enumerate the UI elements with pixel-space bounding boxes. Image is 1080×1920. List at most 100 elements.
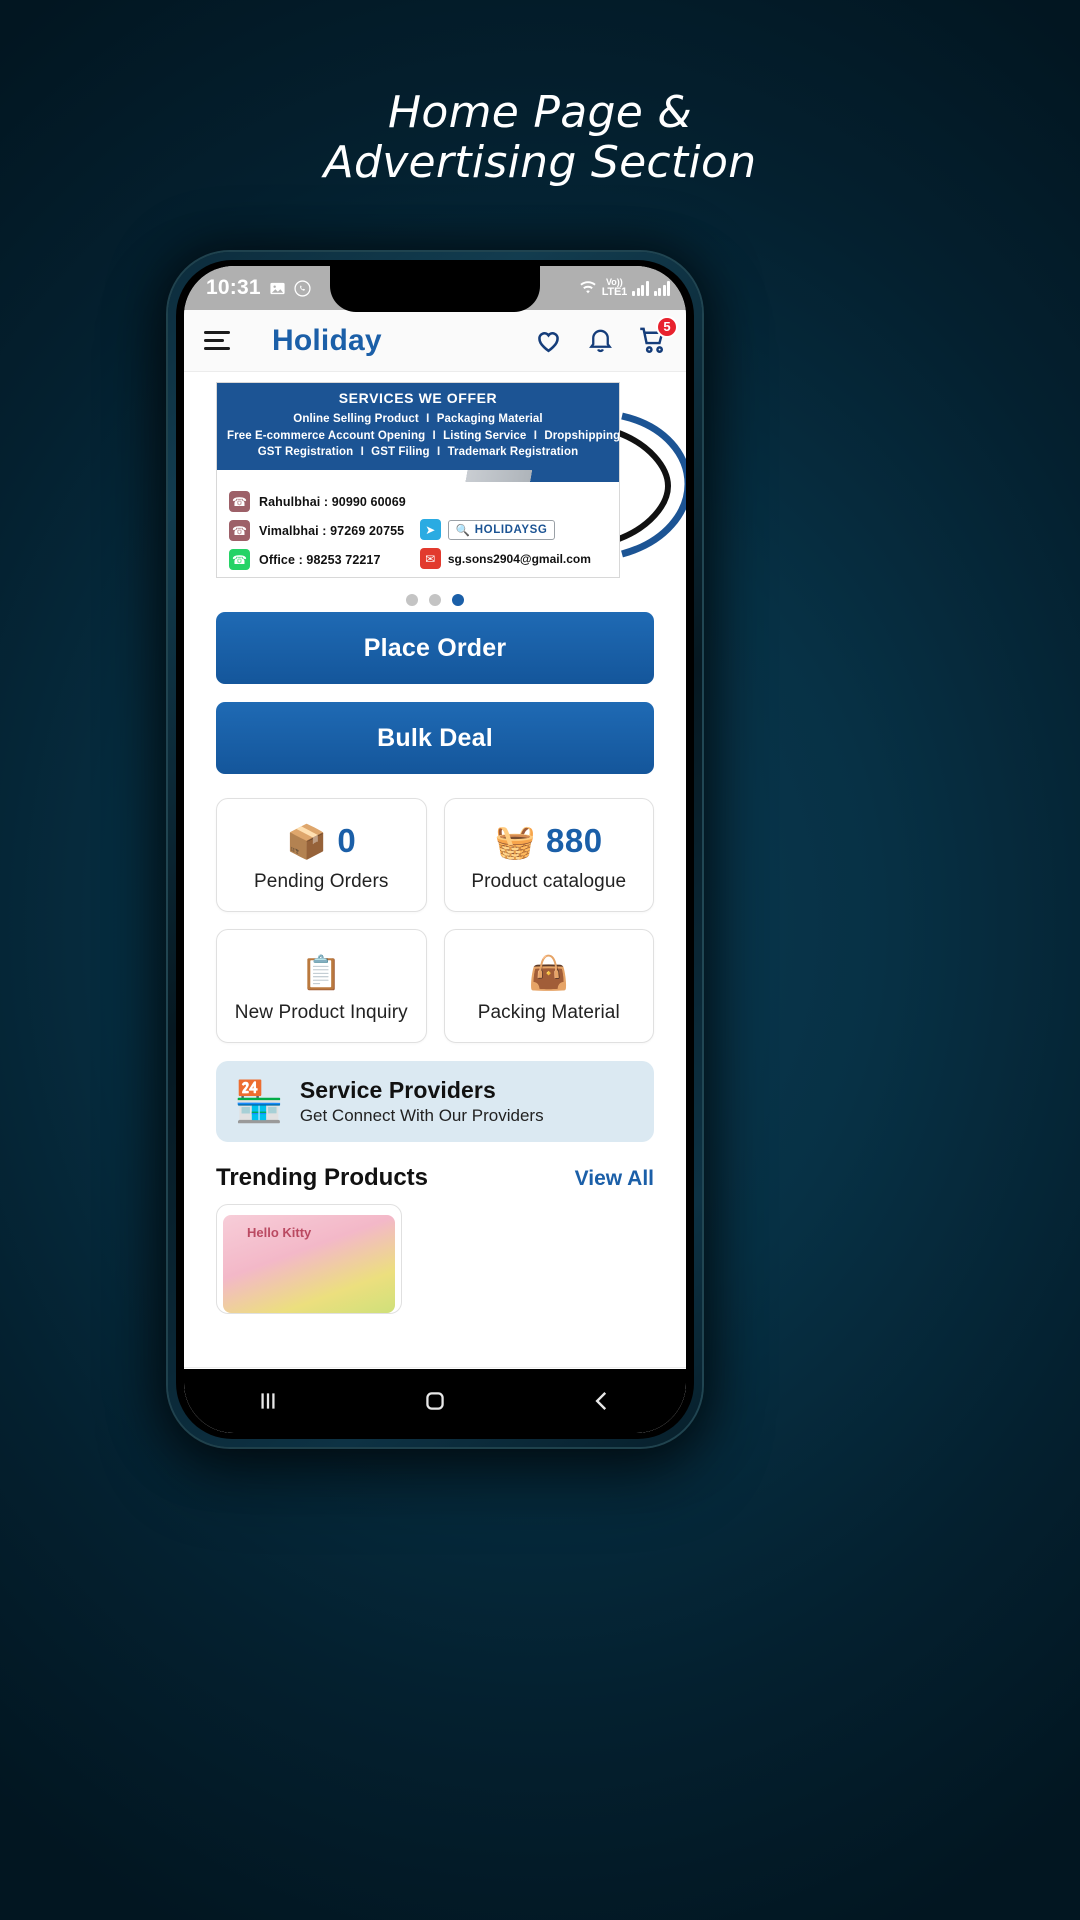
product-catalogue-value: 880 [546, 822, 603, 859]
signal-strength-sim1-icon [632, 280, 649, 296]
contact-text: Rahulbhai : 90990 60069 [259, 494, 406, 509]
main-scroll-content[interactable]: SERVICES WE OFFER Online Selling Product… [184, 372, 686, 1367]
place-order-button[interactable]: Place Order [216, 612, 654, 684]
carousel-dots [184, 594, 686, 606]
ad-services-line-2: Free E-commerce Account Opening I Listin… [227, 428, 619, 445]
email-address: sg.sons2904@gmail.com [447, 551, 591, 566]
heart-icon[interactable] [533, 325, 564, 356]
new-product-inquiry-card[interactable]: 📋 New Product Inquiry [216, 929, 427, 1043]
recents-icon[interactable] [255, 1388, 281, 1414]
card-top: 🧺 880 [453, 819, 646, 863]
product-catalogue-label: Product catalogue [471, 871, 627, 892]
service-providers-text: Service Providers Get Connect With Our P… [300, 1077, 544, 1126]
trending-header: Trending Products View All [184, 1142, 686, 1192]
telegram-icon: ➤ [419, 519, 441, 541]
whatsapp-icon [294, 279, 311, 297]
trending-title: Trending Products [216, 1164, 429, 1191]
telegram-row[interactable]: ➤ 🔍 HOLIDAYSG [419, 519, 591, 541]
trending-product-list [184, 1192, 686, 1314]
ad-services-line-1: Online Selling Product I Packaging Mater… [227, 411, 609, 428]
bulk-deal-button[interactable]: Bulk Deal [216, 702, 654, 774]
service-providers-banner[interactable]: 🏪 Service Providers Get Connect With Our… [216, 1061, 654, 1142]
service-separator: I [426, 413, 430, 425]
shopping-basket-icon: 🧺 [494, 822, 537, 860]
packing-material-label: Packing Material [477, 1002, 620, 1023]
page-title-line-2: Advertising Section [323, 136, 757, 188]
shopping-cart-icon[interactable]: 5 [637, 316, 678, 356]
telegram-handle: HOLIDAYSG [474, 523, 548, 536]
service-listing: Listing Service [443, 429, 527, 442]
phone-device-frame: 10:31 Vo)) LTE1 Holiday 5 SERVICES WE OF… [168, 252, 702, 1447]
service-providers-subtitle: Get Connect With Our Providers [299, 1106, 544, 1125]
product-catalogue-card[interactable]: 🧺 880 Product catalogue [443, 798, 654, 912]
app-brand-title: Holiday [272, 323, 382, 357]
telegram-handle-pill: 🔍 HOLIDAYSG [447, 519, 556, 540]
primary-actions: Place Order Bulk Deal [184, 604, 686, 774]
page-title: Home Page & Advertising Section [0, 88, 1080, 187]
android-navigation-bar [184, 1369, 686, 1433]
package-clock-icon: 📦 [286, 822, 328, 860]
wifi-icon [579, 280, 597, 296]
card-top: 📋 [225, 950, 418, 994]
storefront-icon: 🏪 [234, 1079, 284, 1124]
contact-row: ☎ Rahulbhai : 90990 60069 [229, 491, 406, 513]
service-trademark: Trademark Registration [447, 446, 579, 459]
product-card[interactable] [216, 1204, 402, 1314]
handbag-icon: 👜 [528, 953, 570, 991]
service-separator: I [432, 429, 436, 442]
view-all-link[interactable]: View All [575, 1167, 654, 1191]
contact-text: Vimalbhai : 97269 20755 [259, 523, 405, 538]
pending-orders-label: Pending Orders [254, 871, 389, 892]
carousel-dot-1[interactable] [406, 594, 418, 606]
quick-links-grid: 📦 0 Pending Orders 🧺 880 Product catalog… [184, 792, 686, 1043]
bell-icon[interactable] [586, 326, 615, 355]
hamburger-menu-icon[interactable] [204, 326, 234, 355]
status-time: 10:31 [206, 276, 261, 299]
email-icon: ✉ [419, 548, 441, 570]
status-bar-right: Vo)) LTE1 [579, 278, 670, 298]
email-row[interactable]: ✉ sg.sons2904@gmail.com [419, 548, 591, 570]
phone-icon: ☎ [229, 491, 250, 513]
display-notch [330, 266, 540, 312]
service-separator: I [360, 446, 364, 459]
image-icon [269, 280, 286, 297]
contact-text: Office : 98253 72217 [259, 552, 381, 567]
phone-bezel: 10:31 Vo)) LTE1 Holiday 5 SERVICES WE OF… [176, 260, 694, 1439]
carousel-dot-2[interactable] [429, 594, 441, 606]
cart-badge-count: 5 [656, 316, 678, 338]
card-top: 👜 [453, 950, 646, 994]
carousel-slides: SERVICES WE OFFER Online Selling Product… [184, 382, 686, 578]
promo-carousel[interactable]: SERVICES WE OFFER Online Selling Product… [184, 372, 686, 606]
clipboard-pencil-icon: 📋 [300, 953, 342, 991]
ad-fold-decoration [217, 470, 619, 483]
ad-services-line-3: GST Registration I GST Filing I Trademar… [227, 444, 609, 461]
contact-row: ☎ Office : 98253 72217 [229, 549, 406, 571]
home-circle-icon[interactable] [422, 1388, 448, 1414]
service-online-selling: Online Selling Product [293, 413, 419, 425]
volte-line-2: LTE1 [601, 286, 627, 298]
ad-header: SERVICES WE OFFER Online Selling Product… [217, 383, 619, 471]
back-icon[interactable] [589, 1388, 615, 1414]
app-header: Holiday 5 [184, 310, 686, 372]
phone-icon: ☎ [229, 520, 250, 542]
packing-material-card[interactable]: 👜 Packing Material [443, 929, 654, 1043]
contact-list: ☎ Rahulbhai : 90990 60069 ☎ Vimalbhai : … [229, 491, 406, 571]
service-free-ecommerce: Free E-commerce Account Opening [227, 429, 426, 442]
ad-heading: SERVICES WE OFFER [338, 390, 498, 406]
carousel-dot-3[interactable] [452, 594, 464, 606]
phone-screen: 10:31 Vo)) LTE1 Holiday 5 SERVICES WE OF… [184, 266, 686, 1433]
ad-contact-body: ☎ Rahulbhai : 90990 60069 ☎ Vimalbhai : … [217, 482, 619, 576]
advertisement-card[interactable]: SERVICES WE OFFER Online Selling Product… [216, 382, 620, 578]
pending-orders-value: 0 [337, 822, 357, 859]
volte-indicator: Vo)) LTE1 [602, 278, 627, 298]
app-header-actions: 5 [533, 316, 678, 356]
contact-row: ☎ Vimalbhai : 97269 20755 [229, 520, 406, 542]
signal-strength-sim2-icon [653, 280, 670, 296]
pending-orders-card[interactable]: 📦 0 Pending Orders [216, 798, 427, 912]
new-product-inquiry-label: New Product Inquiry [234, 1002, 408, 1023]
whatsapp-icon: ☎ [229, 549, 250, 571]
service-gst-registration: GST Registration [257, 446, 354, 459]
status-bar-left: 10:31 [206, 276, 311, 300]
service-dropshipping: Dropshipping [544, 429, 620, 442]
page-title-line-1: Home Page & [387, 87, 693, 138]
